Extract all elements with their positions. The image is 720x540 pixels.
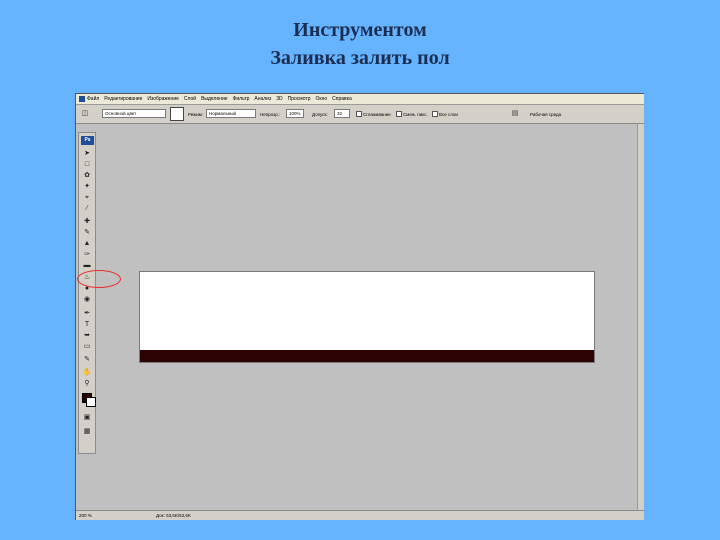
menu-edit[interactable]: Редактирование: [104, 94, 142, 104]
all-layers-label: Все слои: [439, 111, 458, 117]
path-selection-tool-icon[interactable]: ➥: [82, 331, 92, 340]
paint-bucket-highlight-circle: [77, 270, 121, 288]
options-bar: ◫ Основной цвет Режим: Нормальный Непроз…: [76, 105, 644, 124]
brush-tool-icon[interactable]: ✎: [82, 228, 92, 237]
toolbox: Ps ➤ □ ✿ ✦ ⌖ ∕ ✚ ✎ ▲ ✑ ▬ ♨ ● ◉ ✒ T ➥ ▭ ✎…: [78, 132, 96, 454]
mode-select[interactable]: Нормальный: [206, 109, 256, 118]
all-layers-checkbox[interactable]: [432, 111, 438, 117]
pen-tool-icon[interactable]: ✒: [82, 309, 92, 318]
healing-brush-tool-icon[interactable]: ✚: [82, 217, 92, 226]
history-brush-tool-icon[interactable]: ✑: [82, 250, 92, 259]
lasso-tool-icon[interactable]: ✿: [82, 171, 92, 180]
background-color-swatch[interactable]: [86, 397, 96, 407]
quick-mask-icon[interactable]: ▣: [82, 413, 92, 422]
paint-bucket-preset-icon[interactable]: ◫: [80, 109, 90, 118]
tolerance-field[interactable]: 32: [334, 109, 350, 118]
move-tool-icon[interactable]: ➤: [82, 149, 92, 158]
palette-well-icon[interactable]: ▤: [510, 109, 520, 118]
tolerance-value: 32: [337, 111, 343, 116]
photoshop-logo: Ps: [81, 136, 94, 145]
slide-title-line-1: Инструментом: [293, 19, 427, 41]
fill-source-select[interactable]: Основной цвет: [102, 109, 166, 118]
document-canvas[interactable]: [139, 271, 595, 363]
menu-image[interactable]: Изображение: [147, 94, 179, 104]
zoom-tool-icon[interactable]: ⚲: [82, 379, 92, 388]
antialias-checkbox[interactable]: [356, 111, 362, 117]
marquee-tool-icon[interactable]: □: [82, 160, 92, 169]
menu-select[interactable]: Выделение: [201, 94, 228, 104]
zoom-level[interactable]: 200 %: [79, 511, 92, 520]
shape-tool-icon[interactable]: ▭: [82, 342, 92, 351]
vertical-scrollbar[interactable]: [637, 124, 644, 510]
photoshop-app-icon: [79, 96, 85, 102]
status-bar: 200 % Док: 53,6K/53,6K: [76, 510, 644, 520]
notes-tool-icon[interactable]: ✎: [82, 355, 92, 364]
eraser-tool-icon[interactable]: ▬: [82, 261, 92, 270]
workspace-label[interactable]: Рабочая среда: [530, 105, 561, 123]
tolerance-label: Допуск:: [312, 111, 328, 117]
contiguous-label: Смеж. пикс.: [403, 111, 428, 117]
menu-window[interactable]: Окно: [316, 94, 328, 104]
opacity-label: Непрозр.:: [260, 111, 281, 117]
crop-tool-icon[interactable]: ⌖: [82, 193, 92, 202]
photoshop-screenshot: Файл Редактирование Изображение Слой Выд…: [75, 93, 644, 520]
antialias-option[interactable]: Сглаживание: [356, 105, 391, 123]
menu-layer[interactable]: Слой: [184, 94, 196, 104]
clone-stamp-tool-icon[interactable]: ▲: [82, 239, 92, 248]
contiguous-checkbox[interactable]: [396, 111, 402, 117]
slide-title-line-2: Заливка залить пол: [270, 47, 450, 69]
screen-mode-icon[interactable]: ▦: [82, 427, 92, 436]
antialias-label: Сглаживание: [363, 111, 391, 117]
mode-label: Режим:: [188, 111, 204, 117]
filled-floor-area: [140, 350, 594, 362]
magic-wand-tool-icon[interactable]: ✦: [82, 182, 92, 191]
fill-source-value: Основной цвет: [105, 111, 137, 116]
menu-help[interactable]: Справка: [332, 94, 352, 104]
opacity-field[interactable]: 100%: [286, 109, 304, 118]
type-tool-icon[interactable]: T: [82, 320, 92, 329]
all-layers-option[interactable]: Все слои: [432, 105, 458, 123]
eyedropper-tool-icon[interactable]: ∕: [82, 204, 92, 213]
menu-analysis[interactable]: Анализ: [254, 94, 271, 104]
menu-filter[interactable]: Фильтр: [233, 94, 250, 104]
slide-title: Инструментом Заливка залить пол: [0, 16, 720, 72]
dodge-tool-icon[interactable]: ◉: [82, 295, 92, 304]
pattern-picker[interactable]: [170, 107, 184, 121]
hand-tool-icon[interactable]: ✋: [82, 368, 92, 377]
menu-3d[interactable]: 3D: [276, 94, 282, 104]
opacity-value: 100%: [289, 111, 301, 116]
menu-view[interactable]: Просмотр: [288, 94, 311, 104]
menu-file[interactable]: Файл: [87, 94, 99, 104]
contiguous-option[interactable]: Смеж. пикс.: [396, 105, 428, 123]
mode-value: Нормальный: [209, 111, 237, 116]
menu-bar: Файл Редактирование Изображение Слой Выд…: [76, 94, 644, 105]
document-size: Док: 53,6K/53,6K: [156, 513, 191, 518]
